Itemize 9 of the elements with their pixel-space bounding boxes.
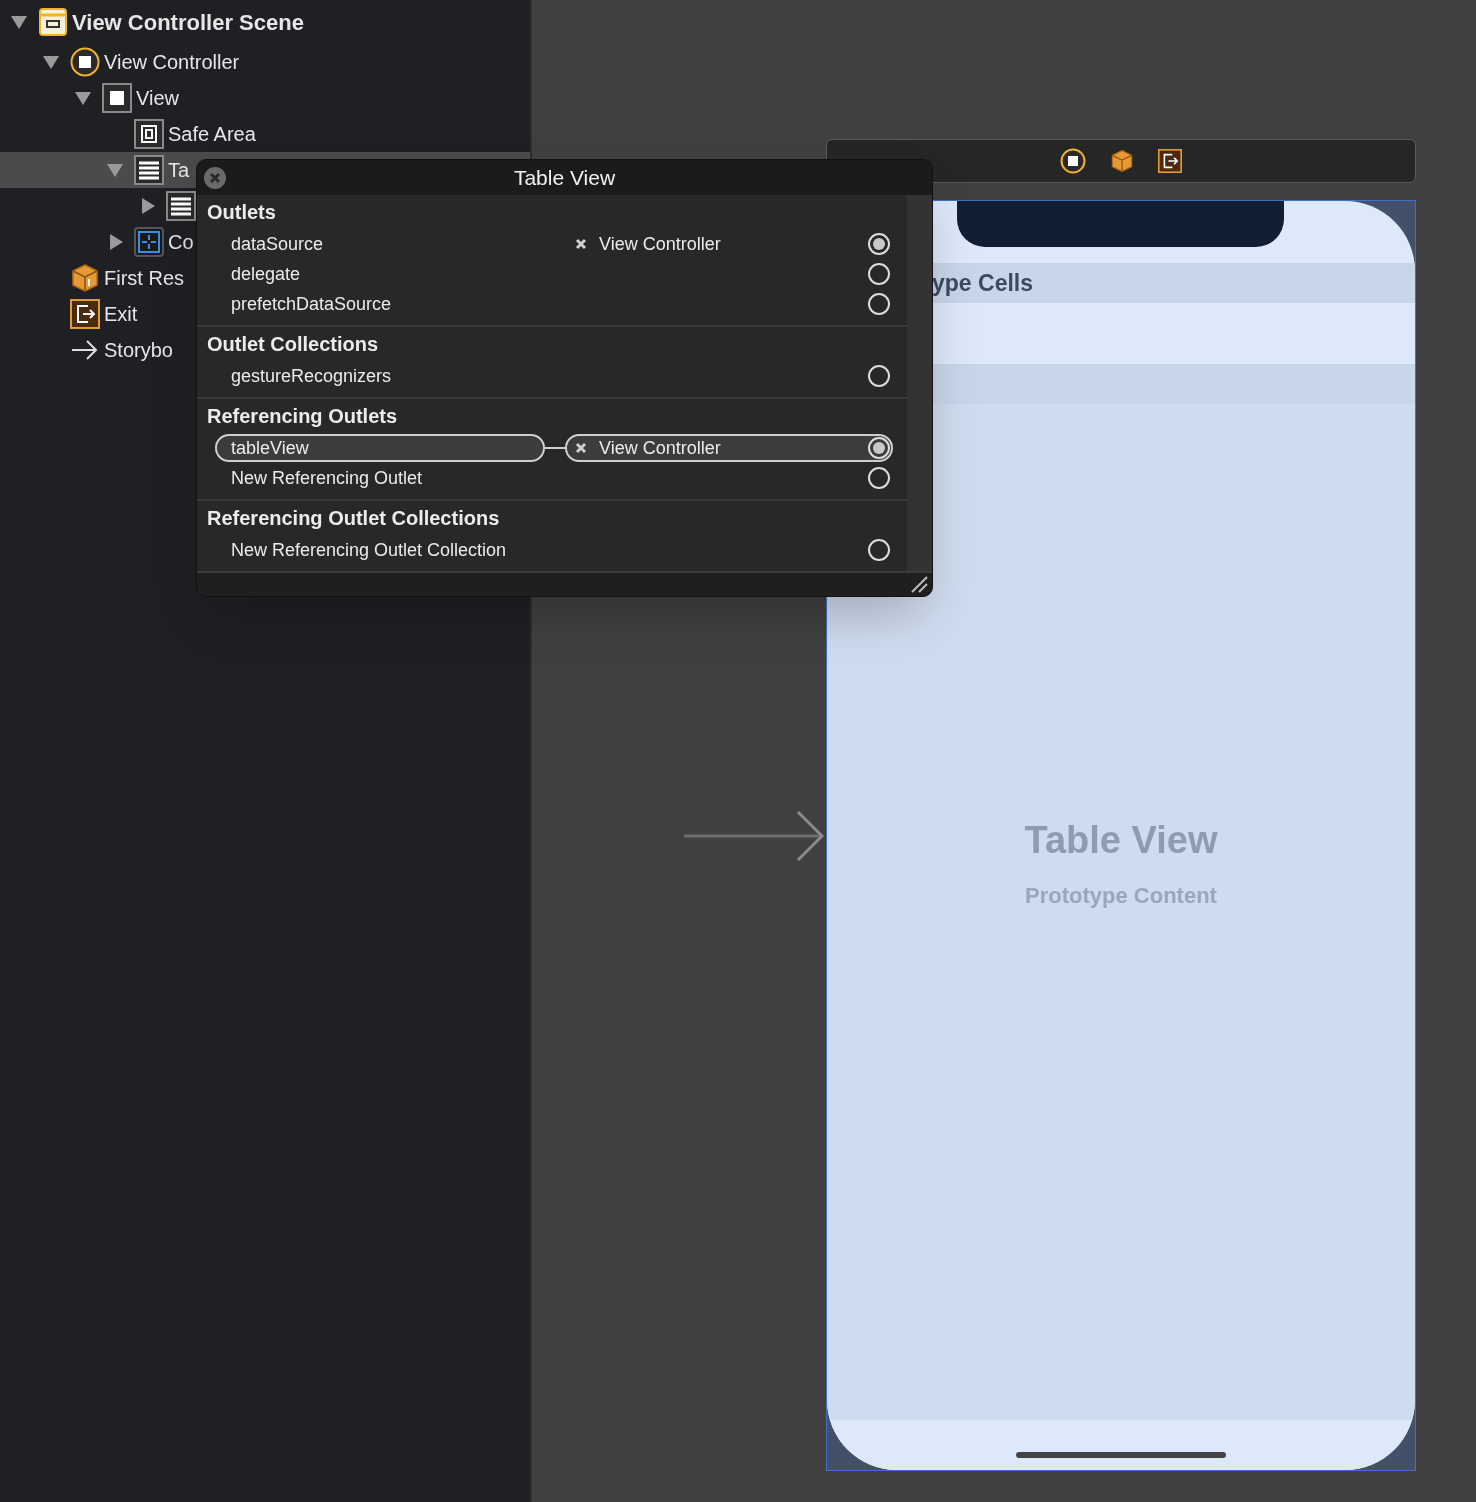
section-title: Outlet Collections: [207, 332, 379, 357]
section-header-title: ype Cells: [932, 268, 1033, 298]
section-title: Referencing Outlet Collections: [207, 506, 500, 531]
section-title: Outlets: [207, 200, 276, 225]
placeholder-title: Table View: [1024, 818, 1218, 863]
section-title: Referencing Outlets: [207, 404, 398, 429]
connection-target: View Controller: [599, 232, 721, 256]
connection-target: View Controller: [599, 436, 721, 460]
popover-title: Table View: [513, 164, 616, 191]
